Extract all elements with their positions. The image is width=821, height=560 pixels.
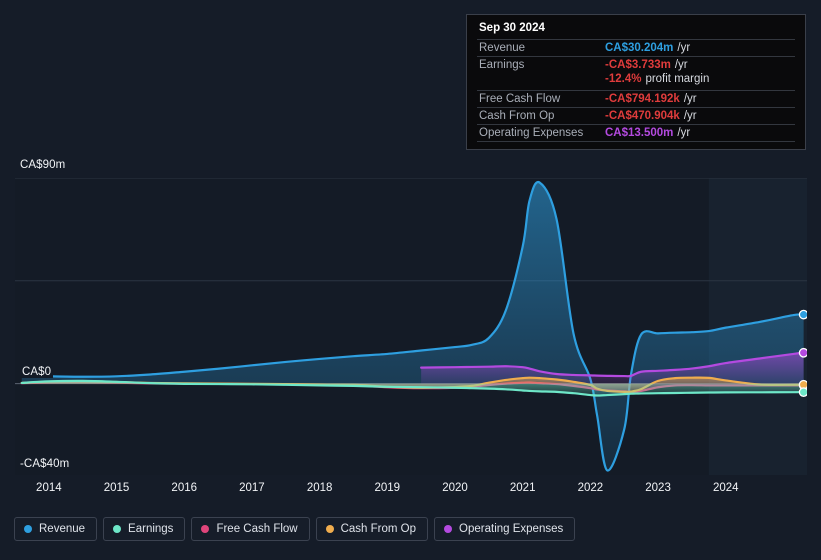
legend-item-label: Free Cash Flow [216,523,298,535]
legend-item-label: Earnings [128,523,174,535]
tooltip-row-unit: /yr [674,59,688,71]
tooltip-row: Cash From Op -CA$470.904k/yr [477,107,795,124]
legend-item-label: Cash From Op [340,523,417,535]
legend-color-dot-icon [201,525,210,533]
legend-item-label: Operating Expenses [459,523,564,535]
tooltip-row-value: CA$13.500m [605,127,674,139]
tooltip-row-key: Operating Expenses [479,127,584,139]
legend-item-revenue[interactable]: Revenue [14,517,98,541]
chart-plot-area [15,178,807,475]
endpoint-marker [798,347,807,358]
endpoint-marker [798,387,807,397]
tooltip-date: Sep 30 2024 [479,22,545,34]
legend-item-cash-from-op[interactable]: Cash From Op [315,517,429,541]
tooltip-row: -12.4% profit margin [477,73,795,90]
series-area [21,182,804,471]
x-axis-tick-2023: 2023 [645,482,671,494]
legend-color-dot-icon [444,525,453,533]
tooltip-row: Revenue CA$30.204m/yr [477,39,795,56]
y-axis-label-bottom: -CA$40m [20,458,70,470]
chart-legend: Revenue Earnings Free Cash Flow Cash From O… [14,517,576,541]
legend-item-operating-expenses[interactable]: Operating Expenses [434,517,576,541]
endpoint-marker [798,309,807,320]
legend-color-dot-icon [113,525,122,533]
financial-chart-widget: CA$90m CA$0 -CA$40m 2014 2015 2016 2017 2018… [0,0,821,560]
y-axis-label-zero: CA$0 [20,366,54,378]
y-axis-label-top: CA$90m [20,159,66,171]
legend-color-dot-icon [24,525,32,533]
legend-item-free-cash-flow[interactable]: Free Cash Flow [191,517,310,541]
tooltip-row-unit: /yr [683,93,697,105]
series-revenue [20,180,805,472]
legend-item-earnings[interactable]: Earnings [103,517,186,541]
tooltip-row-key: Cash From Op [479,110,555,122]
tooltip-row-value: -12.4% [605,73,642,85]
tooltip-footer-rule [477,141,795,144]
x-axis-tick-2014: 2014 [36,482,62,494]
tooltip-row-value: -CA$470.904k [605,110,680,122]
tooltip-row: Free Cash Flow -CA$794.192k/yr [477,90,795,107]
tooltip-row-value: -CA$794.192k [605,93,680,105]
tooltip-row-unit: /yr [677,42,691,54]
tooltip-row-value: -CA$3.733m [605,59,671,71]
tooltip-row: Operating Expenses CA$13.500m/yr [477,124,795,141]
x-axis: 2014 2015 2016 2017 2018 2019 2020 2021 2022 2023… [15,482,807,500]
chart-svg [15,178,807,475]
legend-color-dot-icon [325,525,334,533]
tooltip-row-key: Free Cash Flow [479,93,561,105]
tooltip-row-value: CA$30.204m [605,42,674,54]
tooltip-rows: Revenue CA$30.204m/yr Earnings -CA$3.733m/y… [477,39,795,141]
tooltip-row: Earnings -CA$3.733m/yr [477,56,795,73]
tooltip-row-key: Earnings [479,59,525,71]
tooltip-row-unit: profit margin [645,73,710,85]
tooltip-row-unit: /yr [683,110,697,122]
tooltip-row-unit: /yr [677,127,691,139]
x-axis-tick-2021: 2021 [509,482,536,494]
x-axis-tick-2022: 2022 [577,482,604,494]
series-line [20,180,805,472]
x-axis-tick-2017: 2017 [239,482,265,494]
x-axis-tick-2020: 2020 [442,482,468,494]
x-axis-tick-2015: 2015 [103,482,130,494]
chart-tooltip: Sep 30 2024 Revenue CA$30.204m/yr Earnings… [466,14,806,150]
x-axis-tick-2018: 2018 [306,482,333,494]
tooltip-row-key: Revenue [479,42,526,54]
legend-item-label: Revenue [39,523,86,535]
x-axis-tick-2016: 2016 [171,482,198,494]
x-axis-tick-2019: 2019 [374,482,401,494]
x-axis-tick-2024: 2024 [712,482,739,494]
